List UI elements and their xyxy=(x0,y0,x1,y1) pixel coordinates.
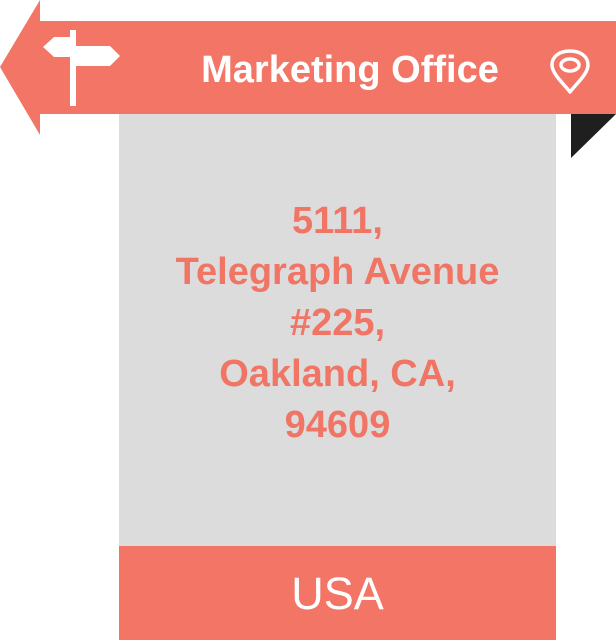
location-pin-icon xyxy=(546,48,594,96)
address-card: 5111, Telegraph Avenue #225, Oakland, CA… xyxy=(119,114,556,546)
office-card-page: Marketing Office 5111, Telegraph Avenue … xyxy=(0,0,616,640)
country-label: USA xyxy=(291,568,384,619)
signpost-icon xyxy=(40,30,120,108)
address-line: 94609 xyxy=(284,404,391,446)
address-line: Oakland, CA, xyxy=(219,353,456,395)
address-line: Telegraph Avenue xyxy=(175,251,500,293)
address-text: 5111, Telegraph Avenue #225, Oakland, CA… xyxy=(119,196,556,451)
address-line: 5111, xyxy=(292,200,383,242)
banner-title: Marketing Office xyxy=(201,49,499,91)
address-line: #225, xyxy=(289,302,386,344)
country-bar: USA xyxy=(119,546,556,640)
banner-fold xyxy=(571,114,616,158)
